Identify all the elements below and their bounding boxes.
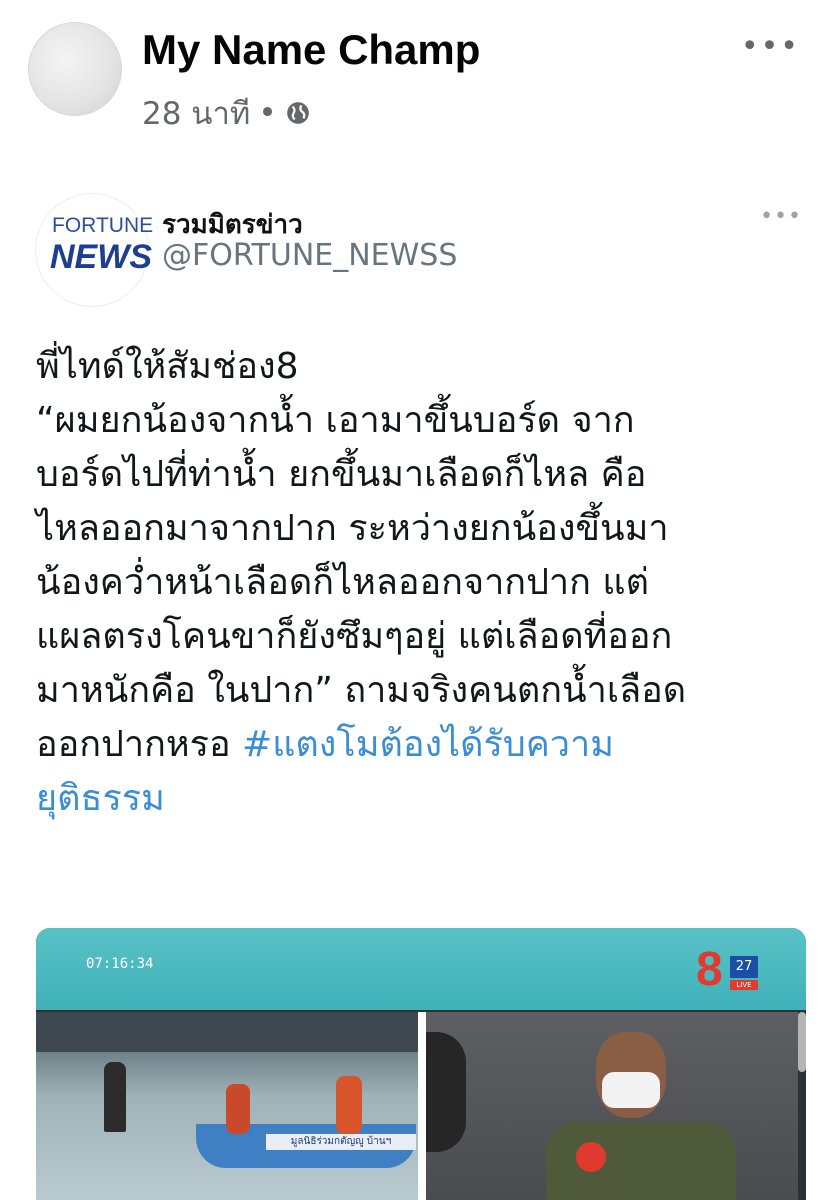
tweet-line: มาหนักคือ ในปาก” ถามจริงคนตกน้ำเลือด bbox=[36, 670, 687, 711]
tweet-more-icon[interactable]: ••• bbox=[760, 204, 802, 229]
post-meta: 28 นาที • bbox=[142, 88, 311, 138]
globe-icon bbox=[286, 102, 309, 124]
more-options-icon[interactable]: ••• bbox=[741, 32, 800, 62]
person-figure bbox=[226, 1084, 250, 1134]
face-mask bbox=[602, 1072, 660, 1108]
tweet-line: แผลตรงโคนขาก็ยังซึมๆอยู่ แต่เลือดที่ออก bbox=[36, 616, 673, 657]
person-silhouette bbox=[426, 1032, 466, 1152]
hashtag-link[interactable]: #แตงโมต้องได้รับความ bbox=[242, 724, 614, 765]
rescue-boat-scene: มูลนิธิร่วมกตัญญู บ้านฯ bbox=[36, 1012, 418, 1200]
post-header: My Name Champ 28 นาที • ••• bbox=[0, 0, 830, 150]
uniform bbox=[546, 1122, 736, 1200]
tweet-media-image[interactable]: 07:16:34 8 27 LIVE มูลนิธิร่วมกตัญญู บ้า… bbox=[36, 928, 806, 1200]
post-time[interactable]: 28 นาที bbox=[142, 88, 250, 138]
tweet-avatar[interactable]: FORTUNE NEWS bbox=[36, 194, 153, 306]
tweet-line: น้องคว่ำหน้าเลือดก็ไหลออกจากปาก แต่ bbox=[36, 562, 649, 603]
media-scrollbar[interactable] bbox=[798, 1012, 806, 1072]
author-avatar[interactable] bbox=[28, 22, 122, 116]
tweet-line: “ผมยกน้องจากน้ำ เอามาขึ้นบอร์ด จาก bbox=[36, 400, 635, 441]
channel-logo: 8 27 LIVE bbox=[696, 946, 766, 1002]
logo-text-bottom: NEWS bbox=[50, 238, 152, 276]
pier bbox=[36, 1012, 418, 1052]
logo-text-top: FORTUNE bbox=[52, 214, 154, 237]
person-figure bbox=[336, 1076, 362, 1134]
person-figure bbox=[104, 1062, 126, 1132]
boat-label: มูลนิธิร่วมกตัญญู บ้านฯ bbox=[266, 1134, 416, 1150]
channel-live-badge: LIVE bbox=[730, 980, 758, 990]
tweet-line: พี่ไทด์ให้สัมช่อง8 bbox=[36, 346, 299, 387]
embedded-tweet: FORTUNE NEWS รวมมิตรข่าว @FORTUNE_NEWSS … bbox=[0, 180, 830, 1200]
tweet-line-text: ออกปากหรอ bbox=[36, 724, 243, 765]
author-name[interactable]: My Name Champ bbox=[142, 26, 480, 74]
tweet-line: ออกปากหรอ #แตงโมต้องได้รับความ bbox=[36, 718, 806, 772]
broadcast-banner: 07:16:34 8 27 LIVE bbox=[36, 928, 806, 1010]
timecode: 07:16:34 bbox=[86, 956, 154, 972]
media-divider bbox=[418, 1012, 426, 1200]
channel-box: 27 bbox=[730, 956, 758, 978]
channel-number: 8 bbox=[696, 943, 723, 996]
meta-separator: • bbox=[258, 95, 277, 131]
hashtag-link-continued[interactable]: ยุติธรรม bbox=[36, 772, 806, 826]
tweet-handle[interactable]: @FORTUNE_NEWSS bbox=[162, 238, 457, 273]
tweet-line: บอร์ดไปที่ท่าน้ำ ยกขึ้นมาเลือดก็ไหล คือ bbox=[36, 454, 647, 495]
interview-scene bbox=[426, 1012, 798, 1200]
tweet-text: พี่ไทด์ให้สัมช่อง8 “ผมยกน้องจากน้ำ เอามา… bbox=[36, 340, 806, 826]
tweet-line: ไหลออกมาจากปาก ระหว่างยกน้องขึ้นมา bbox=[36, 508, 669, 549]
microphone bbox=[576, 1142, 606, 1172]
